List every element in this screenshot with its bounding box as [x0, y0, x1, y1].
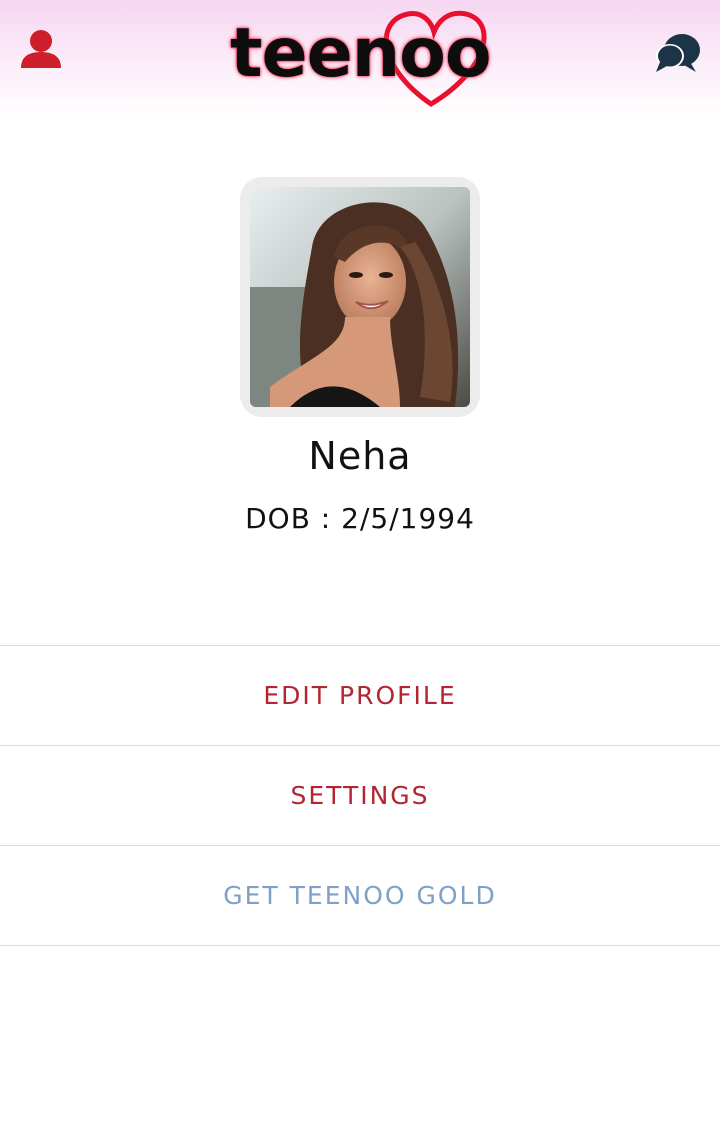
edit-profile-button[interactable]: EDIT PROFILE	[0, 645, 720, 745]
app-header: teenoo	[0, 0, 720, 118]
user-profile-icon[interactable]	[18, 26, 64, 72]
profile-name: Neha	[308, 434, 412, 478]
profile-menu: EDIT PROFILE SETTINGS GET TEENOO GOLD	[0, 645, 720, 946]
get-teenoo-gold-button[interactable]: GET TEENOO GOLD	[0, 845, 720, 946]
chat-bubbles-icon[interactable]	[654, 30, 702, 78]
settings-button[interactable]: SETTINGS	[0, 745, 720, 845]
teenoo-logo: teenoo	[226, 4, 496, 112]
profile-photo-frame[interactable]	[240, 177, 480, 417]
logo-text: teenoo	[230, 14, 492, 93]
profile-dob: DOB : 2/5/1994	[245, 502, 475, 535]
profile-photo[interactable]	[250, 187, 470, 407]
